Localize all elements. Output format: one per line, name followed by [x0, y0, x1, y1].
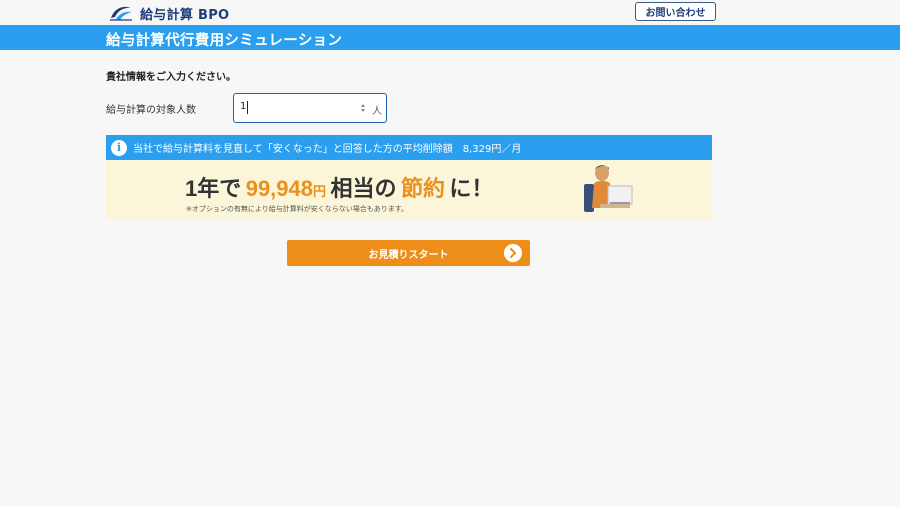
chevron-right-icon [504, 244, 522, 262]
saving-prefix: 1年で [185, 176, 242, 201]
top-header: 給与計算 BPO お問い合わせ [0, 0, 900, 25]
title-bar: 給与計算代行費用シミュレーション [0, 25, 900, 50]
info-icon: i [111, 139, 127, 156]
info-banner: i 当社で給与計算料を見直して「安くなった」と回答した方の平均削除額 8,329… [106, 135, 712, 160]
form-prompt: 貴社情報をご入力ください。 [106, 72, 236, 83]
employee-count-value: 1 [240, 101, 247, 112]
saving-headline: 1年で 99,948円 相当の 節約 に！ [185, 171, 493, 203]
saving-highlight: 1年で 99,948円 相当の 節約 に！ ※オプションの有無により給与計算料が… [106, 160, 712, 219]
saving-keyword: 節約 [400, 176, 445, 201]
person-laptop-illustration [584, 165, 633, 212]
number-spinner-icon[interactable] [360, 102, 366, 114]
unit-label: 人 [372, 106, 382, 117]
saving-amount: 99,948 [245, 176, 313, 201]
logo[interactable]: 給与計算 BPO [108, 4, 230, 23]
employee-count-input[interactable]: 1 人 [233, 93, 387, 123]
employee-count-label: 給与計算の対象人数 [106, 105, 196, 116]
saving-middle: 相当の [330, 176, 397, 201]
start-estimate-label: お見積りスタート [368, 249, 449, 261]
info-text: 当社で給与計算料を見直して「安くなった」と回答した方の平均削除額 8,329円／… [133, 144, 522, 155]
page-title: 給与計算代行費用シミュレーション [106, 33, 343, 49]
saving-yen: 円 [313, 184, 327, 199]
logo-mark-icon [110, 6, 132, 21]
logo-text: 給与計算 BPO [140, 7, 230, 23]
start-estimate-button[interactable]: お見積りスタート [287, 240, 530, 266]
text-caret [247, 101, 248, 114]
saving-note: ※オプションの有無により給与計算料が安くならない場合もあります。 [186, 205, 409, 213]
saving-suffix: に！ [449, 176, 494, 201]
contact-button[interactable]: お問い合わせ [635, 2, 716, 21]
